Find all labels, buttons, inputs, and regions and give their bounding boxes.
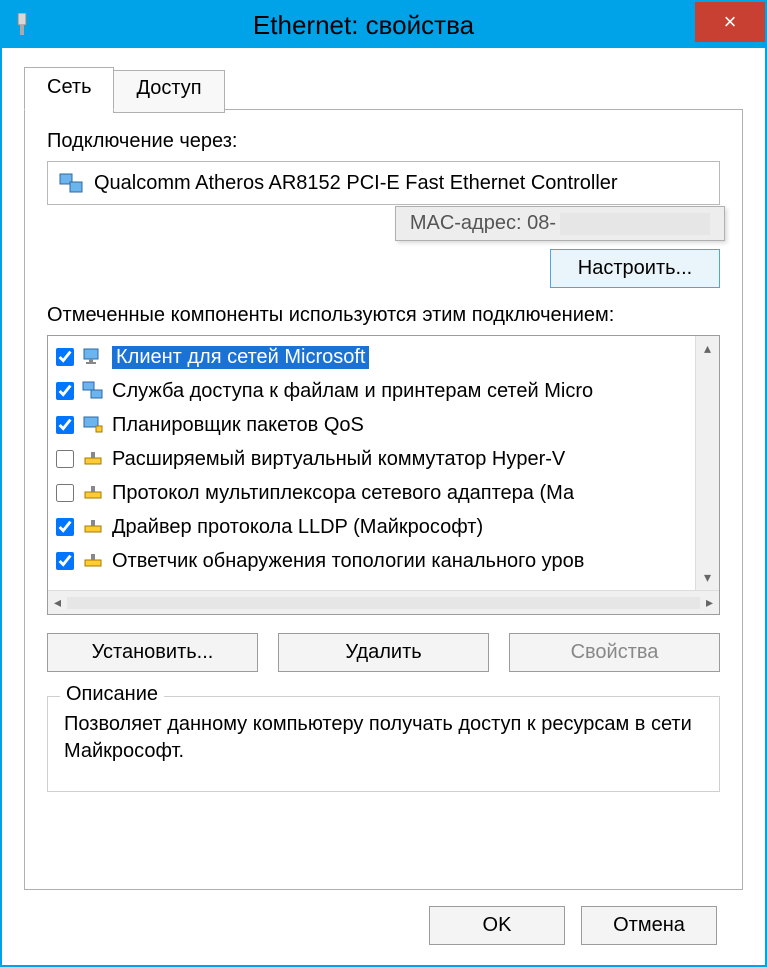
protocol-icon xyxy=(82,482,104,504)
button-label: Отмена xyxy=(613,914,685,936)
tab-network[interactable]: Сеть xyxy=(24,67,114,110)
list-item[interactable]: Планировщик пакетов QoS xyxy=(48,408,695,442)
components-listbox: Клиент для сетей Microsoft Служба доступа… xyxy=(47,335,720,615)
install-button[interactable]: Установить... xyxy=(47,633,258,672)
scroll-right-icon[interactable]: ▸ xyxy=(706,594,713,611)
close-icon: × xyxy=(724,9,737,35)
tooltip-text: MAC-адрес: 08- xyxy=(410,212,556,235)
list-item[interactable]: Служба доступа к файлам и принтерам сете… xyxy=(48,374,695,408)
component-checkbox[interactable] xyxy=(56,416,74,434)
vertical-scrollbar[interactable]: ▴ ▾ xyxy=(695,336,719,590)
component-label: Планировщик пакетов QoS xyxy=(112,414,364,437)
adapter-icon xyxy=(58,170,84,196)
horizontal-scrollbar[interactable]: ◂ ▸ xyxy=(48,590,719,614)
monitor-net-icon xyxy=(82,346,104,368)
component-label: Протокол мультиплексора сетевого адаптер… xyxy=(112,482,574,505)
adapter-field[interactable]: Qualcomm Atheros AR8152 PCI-E Fast Ether… xyxy=(47,161,720,205)
remove-button[interactable]: Удалить xyxy=(278,633,489,672)
ok-button[interactable]: OK xyxy=(429,906,565,945)
component-checkbox[interactable] xyxy=(56,484,74,502)
properties-window: Ethernet: свойства × Сеть Доступ Подключ… xyxy=(0,0,767,967)
protocol-icon xyxy=(82,550,104,572)
list-item[interactable]: Клиент для сетей Microsoft xyxy=(48,340,695,374)
network-adapter-icon xyxy=(12,13,32,37)
adapter-name: Qualcomm Atheros AR8152 PCI-E Fast Ether… xyxy=(94,172,618,195)
component-label: Клиент для сетей Microsoft xyxy=(112,346,369,369)
scroll-left-icon[interactable]: ◂ xyxy=(54,594,61,611)
component-label: Служба доступа к файлам и принтерам сете… xyxy=(112,380,593,403)
component-label: Ответчик обнаружения топологии канальног… xyxy=(112,550,584,573)
close-button[interactable]: × xyxy=(695,2,765,42)
list-item[interactable]: Расширяемый виртуальный коммутатор Hyper… xyxy=(48,442,695,476)
redacted-mac xyxy=(560,213,710,235)
button-label: Настроить... xyxy=(578,257,692,279)
list-item[interactable]: Драйвер протокола LLDP (Майкрософт) xyxy=(48,510,695,544)
description-group: Описание Позволяет данному компьютеру по… xyxy=(47,696,720,792)
protocol-icon xyxy=(82,448,104,470)
components-label: Отмеченные компоненты используются этим … xyxy=(47,304,720,327)
component-checkbox[interactable] xyxy=(56,382,74,400)
component-label: Расширяемый виртуальный коммутатор Hyper… xyxy=(112,448,565,471)
button-label: OK xyxy=(483,914,512,936)
cancel-button[interactable]: Отмена xyxy=(581,906,717,945)
list-items-container: Клиент для сетей Microsoft Служба доступа… xyxy=(48,336,695,590)
button-label: Удалить xyxy=(345,641,421,663)
tab-strip: Сеть Доступ xyxy=(24,66,743,109)
component-checkbox[interactable] xyxy=(56,348,74,366)
titlebar[interactable]: Ethernet: свойства × xyxy=(2,2,765,48)
tab-label: Доступ xyxy=(136,77,201,99)
scroll-up-icon[interactable]: ▴ xyxy=(704,340,711,357)
dialog-footer: OK Отмена xyxy=(24,890,743,965)
component-buttons: Установить... Удалить Свойства xyxy=(47,633,720,672)
list-item[interactable]: Протокол мультиплексора сетевого адаптер… xyxy=(48,476,695,510)
protocol-icon xyxy=(82,516,104,538)
tab-panel-network: Подключение через: Qualcomm Atheros AR81… xyxy=(24,109,743,890)
monitor-plug-icon xyxy=(82,414,104,436)
description-text: Позволяет данному компьютеру получать до… xyxy=(64,711,703,765)
tab-label: Сеть xyxy=(47,76,91,98)
configure-button[interactable]: Настроить... xyxy=(550,249,720,288)
description-legend: Описание xyxy=(60,683,164,706)
properties-button[interactable]: Свойства xyxy=(509,633,720,672)
component-checkbox[interactable] xyxy=(56,518,74,536)
monitor-share-icon xyxy=(82,380,104,402)
client-area: Сеть Доступ Подключение через: Qualcomm … xyxy=(2,48,765,965)
window-title: Ethernet: свойства xyxy=(32,10,695,41)
button-label: Установить... xyxy=(92,641,214,663)
mac-tooltip: MAC-адрес: 08- xyxy=(395,206,725,241)
connection-label: Подключение через: xyxy=(47,130,720,153)
tab-access[interactable]: Доступ xyxy=(113,70,224,113)
scroll-track[interactable] xyxy=(67,597,700,609)
button-label: Свойства xyxy=(571,641,659,663)
list-item[interactable]: Ответчик обнаружения топологии канальног… xyxy=(48,544,695,578)
component-label: Драйвер протокола LLDP (Майкрософт) xyxy=(112,516,483,539)
scroll-down-icon[interactable]: ▾ xyxy=(704,569,711,586)
component-checkbox[interactable] xyxy=(56,450,74,468)
component-checkbox[interactable] xyxy=(56,552,74,570)
